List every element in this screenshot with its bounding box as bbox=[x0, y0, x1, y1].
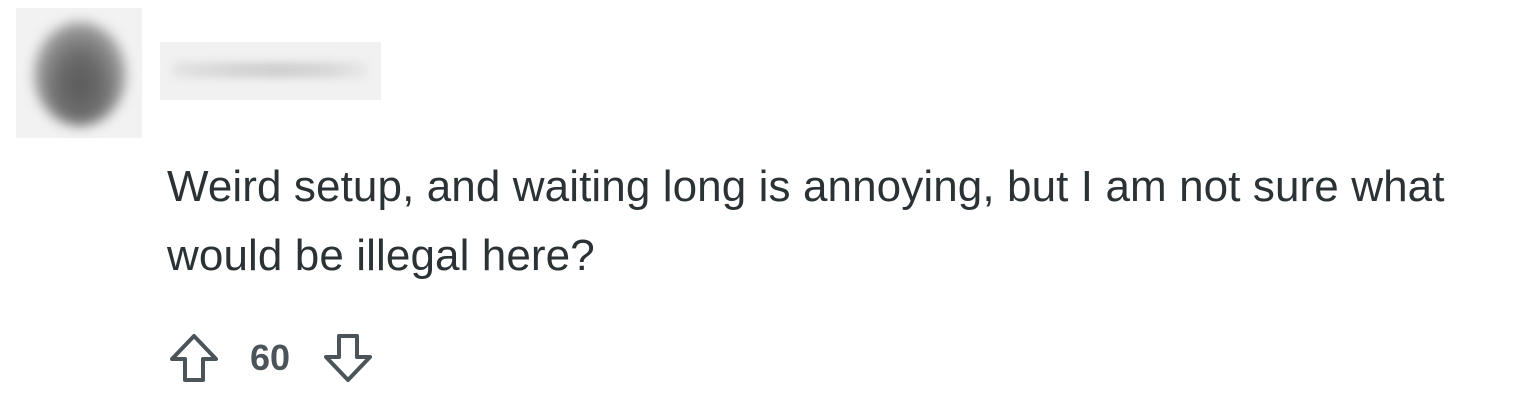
upvote-button[interactable] bbox=[166, 330, 222, 386]
comment: Weird setup, and waiting long is annoyin… bbox=[0, 0, 1526, 404]
author-username[interactable] bbox=[160, 42, 381, 100]
downvote-button[interactable] bbox=[320, 330, 376, 386]
arrow-up-outline-icon bbox=[170, 334, 218, 382]
author-username-text bbox=[172, 62, 368, 78]
avatar-image bbox=[34, 22, 126, 126]
vote-score: 60 bbox=[250, 337, 291, 378]
arrow-down-outline-icon bbox=[324, 334, 373, 382]
comment-body: Weird setup, and waiting long is annoyin… bbox=[167, 162, 1445, 280]
avatar[interactable] bbox=[16, 8, 142, 138]
vote-bar: 60 bbox=[166, 330, 376, 386]
